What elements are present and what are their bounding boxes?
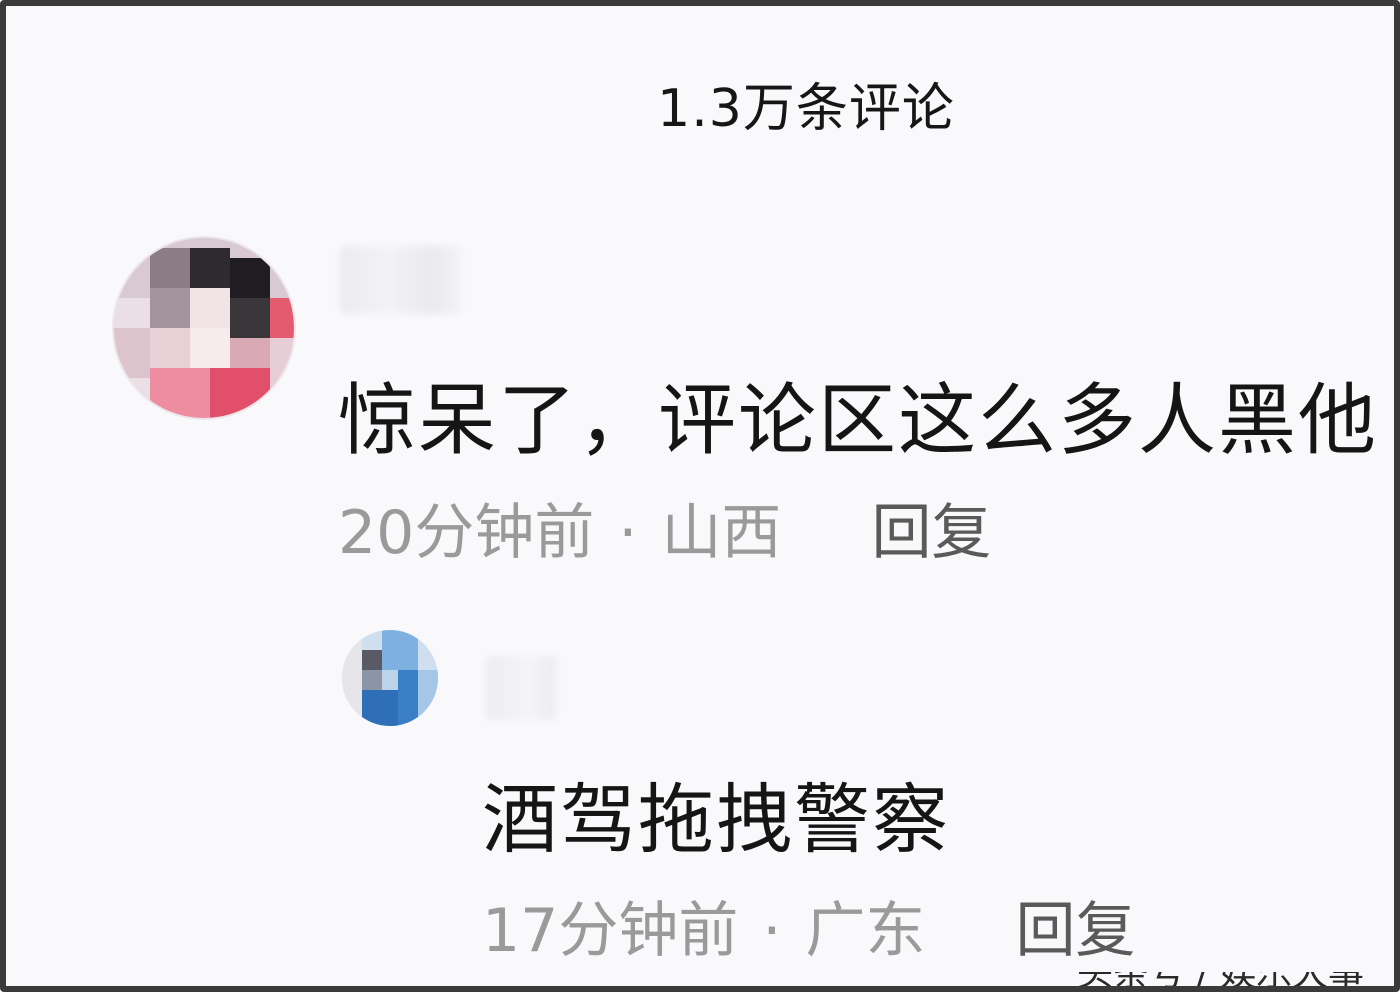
watermark: 头条号 / 娱乐大事件 bbox=[1064, 972, 1364, 986]
meta-separator: · bbox=[762, 896, 782, 966]
meta-separator: · bbox=[618, 498, 638, 568]
comment-location: 山西 bbox=[661, 498, 782, 568]
reply-button[interactable]: 回复 bbox=[1015, 896, 1135, 966]
username-redacted[interactable] bbox=[340, 246, 462, 314]
comment-text: 酒驾拖拽警察 bbox=[482, 775, 950, 864]
comment-meta: 20分钟前 · 山西 回复 bbox=[338, 484, 991, 571]
comment-time: 17分钟前 bbox=[482, 896, 739, 966]
comments-panel: 1.3万条评论 惊呆了，评论区这么多人黑他 20分钟前·山西回复 酒驾拖拽 bbox=[0, 0, 1400, 992]
comment-location: 广东 bbox=[805, 896, 926, 966]
watermark-text: 头条号 / 娱乐大事件 bbox=[1077, 972, 1364, 986]
comment-meta: 17分钟前 · 广东 回复 bbox=[482, 882, 1135, 969]
reply-button[interactable]: 回复 bbox=[871, 498, 991, 568]
comment-count-title: 1.3万条评论 bbox=[6, 66, 1400, 141]
comment-time: 20分钟前 bbox=[338, 498, 595, 568]
avatar[interactable] bbox=[114, 238, 294, 418]
comment-count-label: 1.3万条评论 bbox=[657, 79, 955, 139]
avatar[interactable] bbox=[342, 630, 438, 726]
username-redacted[interactable] bbox=[486, 656, 556, 720]
comment-text: 惊呆了，评论区这么多人黑他 bbox=[338, 376, 1379, 466]
